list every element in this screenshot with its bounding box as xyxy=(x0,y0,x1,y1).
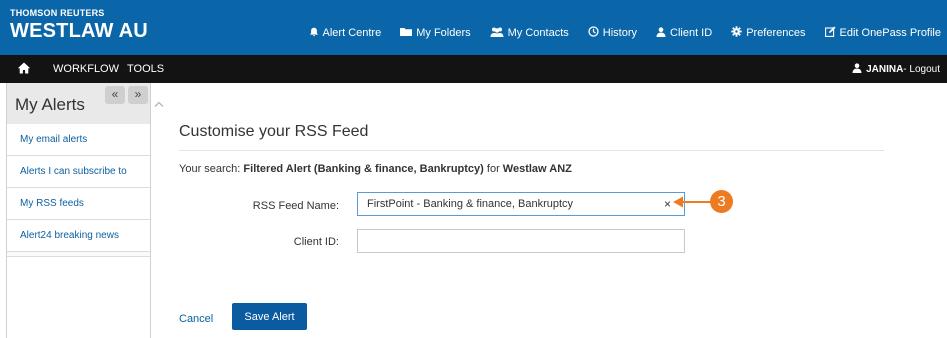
user-name: JANINA xyxy=(866,64,904,75)
nav-alert-centre[interactable]: Alert Centre xyxy=(309,26,382,40)
save-alert-button[interactable]: Save Alert xyxy=(232,303,307,330)
search-source: Westlaw ANZ xyxy=(502,163,572,175)
sidebar-item-my-rss-feeds[interactable]: My RSS feeds xyxy=(7,188,150,220)
collapse-right-button[interactable]: » xyxy=(128,86,148,104)
user-menu[interactable]: JANINA - Logout xyxy=(852,63,940,76)
menu-workflow[interactable]: WORKFLOW xyxy=(53,63,119,75)
nav-my-contacts[interactable]: My Contacts xyxy=(490,26,569,40)
clear-input-icon[interactable]: × xyxy=(664,198,671,210)
folder-icon xyxy=(400,27,413,39)
search-summary: Your search: Filtered Alert (Banking & f… xyxy=(179,163,572,175)
contacts-icon xyxy=(490,27,504,40)
title-divider xyxy=(179,150,884,151)
collapse-left-button[interactable]: « xyxy=(105,86,125,104)
top-navigation: Alert Centre My Folders My Contacts Hist… xyxy=(290,26,941,40)
nav-preferences-label: Preferences xyxy=(746,27,806,39)
top-header: THOMSON REUTERS WESTLAW AU Alert Centre … xyxy=(0,0,947,55)
page-title: Customise your RSS Feed xyxy=(179,123,369,140)
scroll-up-icon[interactable] xyxy=(154,95,164,107)
cancel-link[interactable]: Cancel xyxy=(179,313,213,325)
nav-my-contacts-label: My Contacts xyxy=(507,27,569,39)
callout-arrow-icon xyxy=(673,196,713,208)
client-id-input[interactable] xyxy=(357,229,685,253)
nav-edit-onepass-profile-label: Edit OnePass Profile xyxy=(839,27,942,39)
search-mid: for xyxy=(483,163,503,175)
nav-client-id-label: Client ID xyxy=(670,27,713,39)
brand-product[interactable]: WESTLAW AU xyxy=(10,20,148,43)
home-icon[interactable] xyxy=(17,61,31,75)
sidebar-item-alerts-subscribe[interactable]: Alerts I can subscribe to xyxy=(7,156,150,188)
nav-edit-onepass-profile[interactable]: Edit OnePass Profile xyxy=(824,26,942,40)
rss-feed-name-input[interactable] xyxy=(357,192,685,216)
nav-my-folders[interactable]: My Folders xyxy=(400,26,471,40)
clock-icon xyxy=(588,26,599,40)
user-icon xyxy=(656,26,666,40)
edit-icon xyxy=(824,26,836,40)
rss-feed-name-label: RSS Feed Name: xyxy=(252,200,339,212)
nav-my-folders-label: My Folders xyxy=(416,27,471,39)
brand-company: THOMSON REUTERS xyxy=(10,8,105,18)
sidebar-header: My Alerts « » xyxy=(7,83,150,124)
step-number-badge: 3 xyxy=(710,190,733,213)
bell-icon xyxy=(309,27,319,40)
user-icon xyxy=(852,63,862,76)
logout-link[interactable]: - Logout xyxy=(903,64,940,75)
client-id-label: Client ID: xyxy=(293,236,339,248)
sidebar-divider xyxy=(7,252,150,257)
search-prefix: Your search: xyxy=(179,163,244,175)
menu-tools[interactable]: TOOLS xyxy=(127,63,164,75)
sidebar-item-alert24-news[interactable]: Alert24 breaking news xyxy=(7,220,150,252)
nav-history[interactable]: History xyxy=(588,26,637,40)
nav-alert-centre-label: Alert Centre xyxy=(322,27,382,39)
alerts-sidebar: My Alerts « » My email alerts Alerts I c… xyxy=(6,83,151,338)
gear-icon xyxy=(731,26,742,40)
search-query: Filtered Alert (Banking & finance, Bankr… xyxy=(243,163,484,175)
sidebar-item-my-email-alerts[interactable]: My email alerts xyxy=(7,124,150,156)
main-menubar: WORKFLOW TOOLS JANINA - Logout xyxy=(0,55,947,83)
nav-history-label: History xyxy=(602,27,637,39)
sidebar-title: My Alerts xyxy=(15,95,85,114)
nav-preferences[interactable]: Preferences xyxy=(731,26,806,40)
nav-client-id[interactable]: Client ID xyxy=(656,26,712,40)
